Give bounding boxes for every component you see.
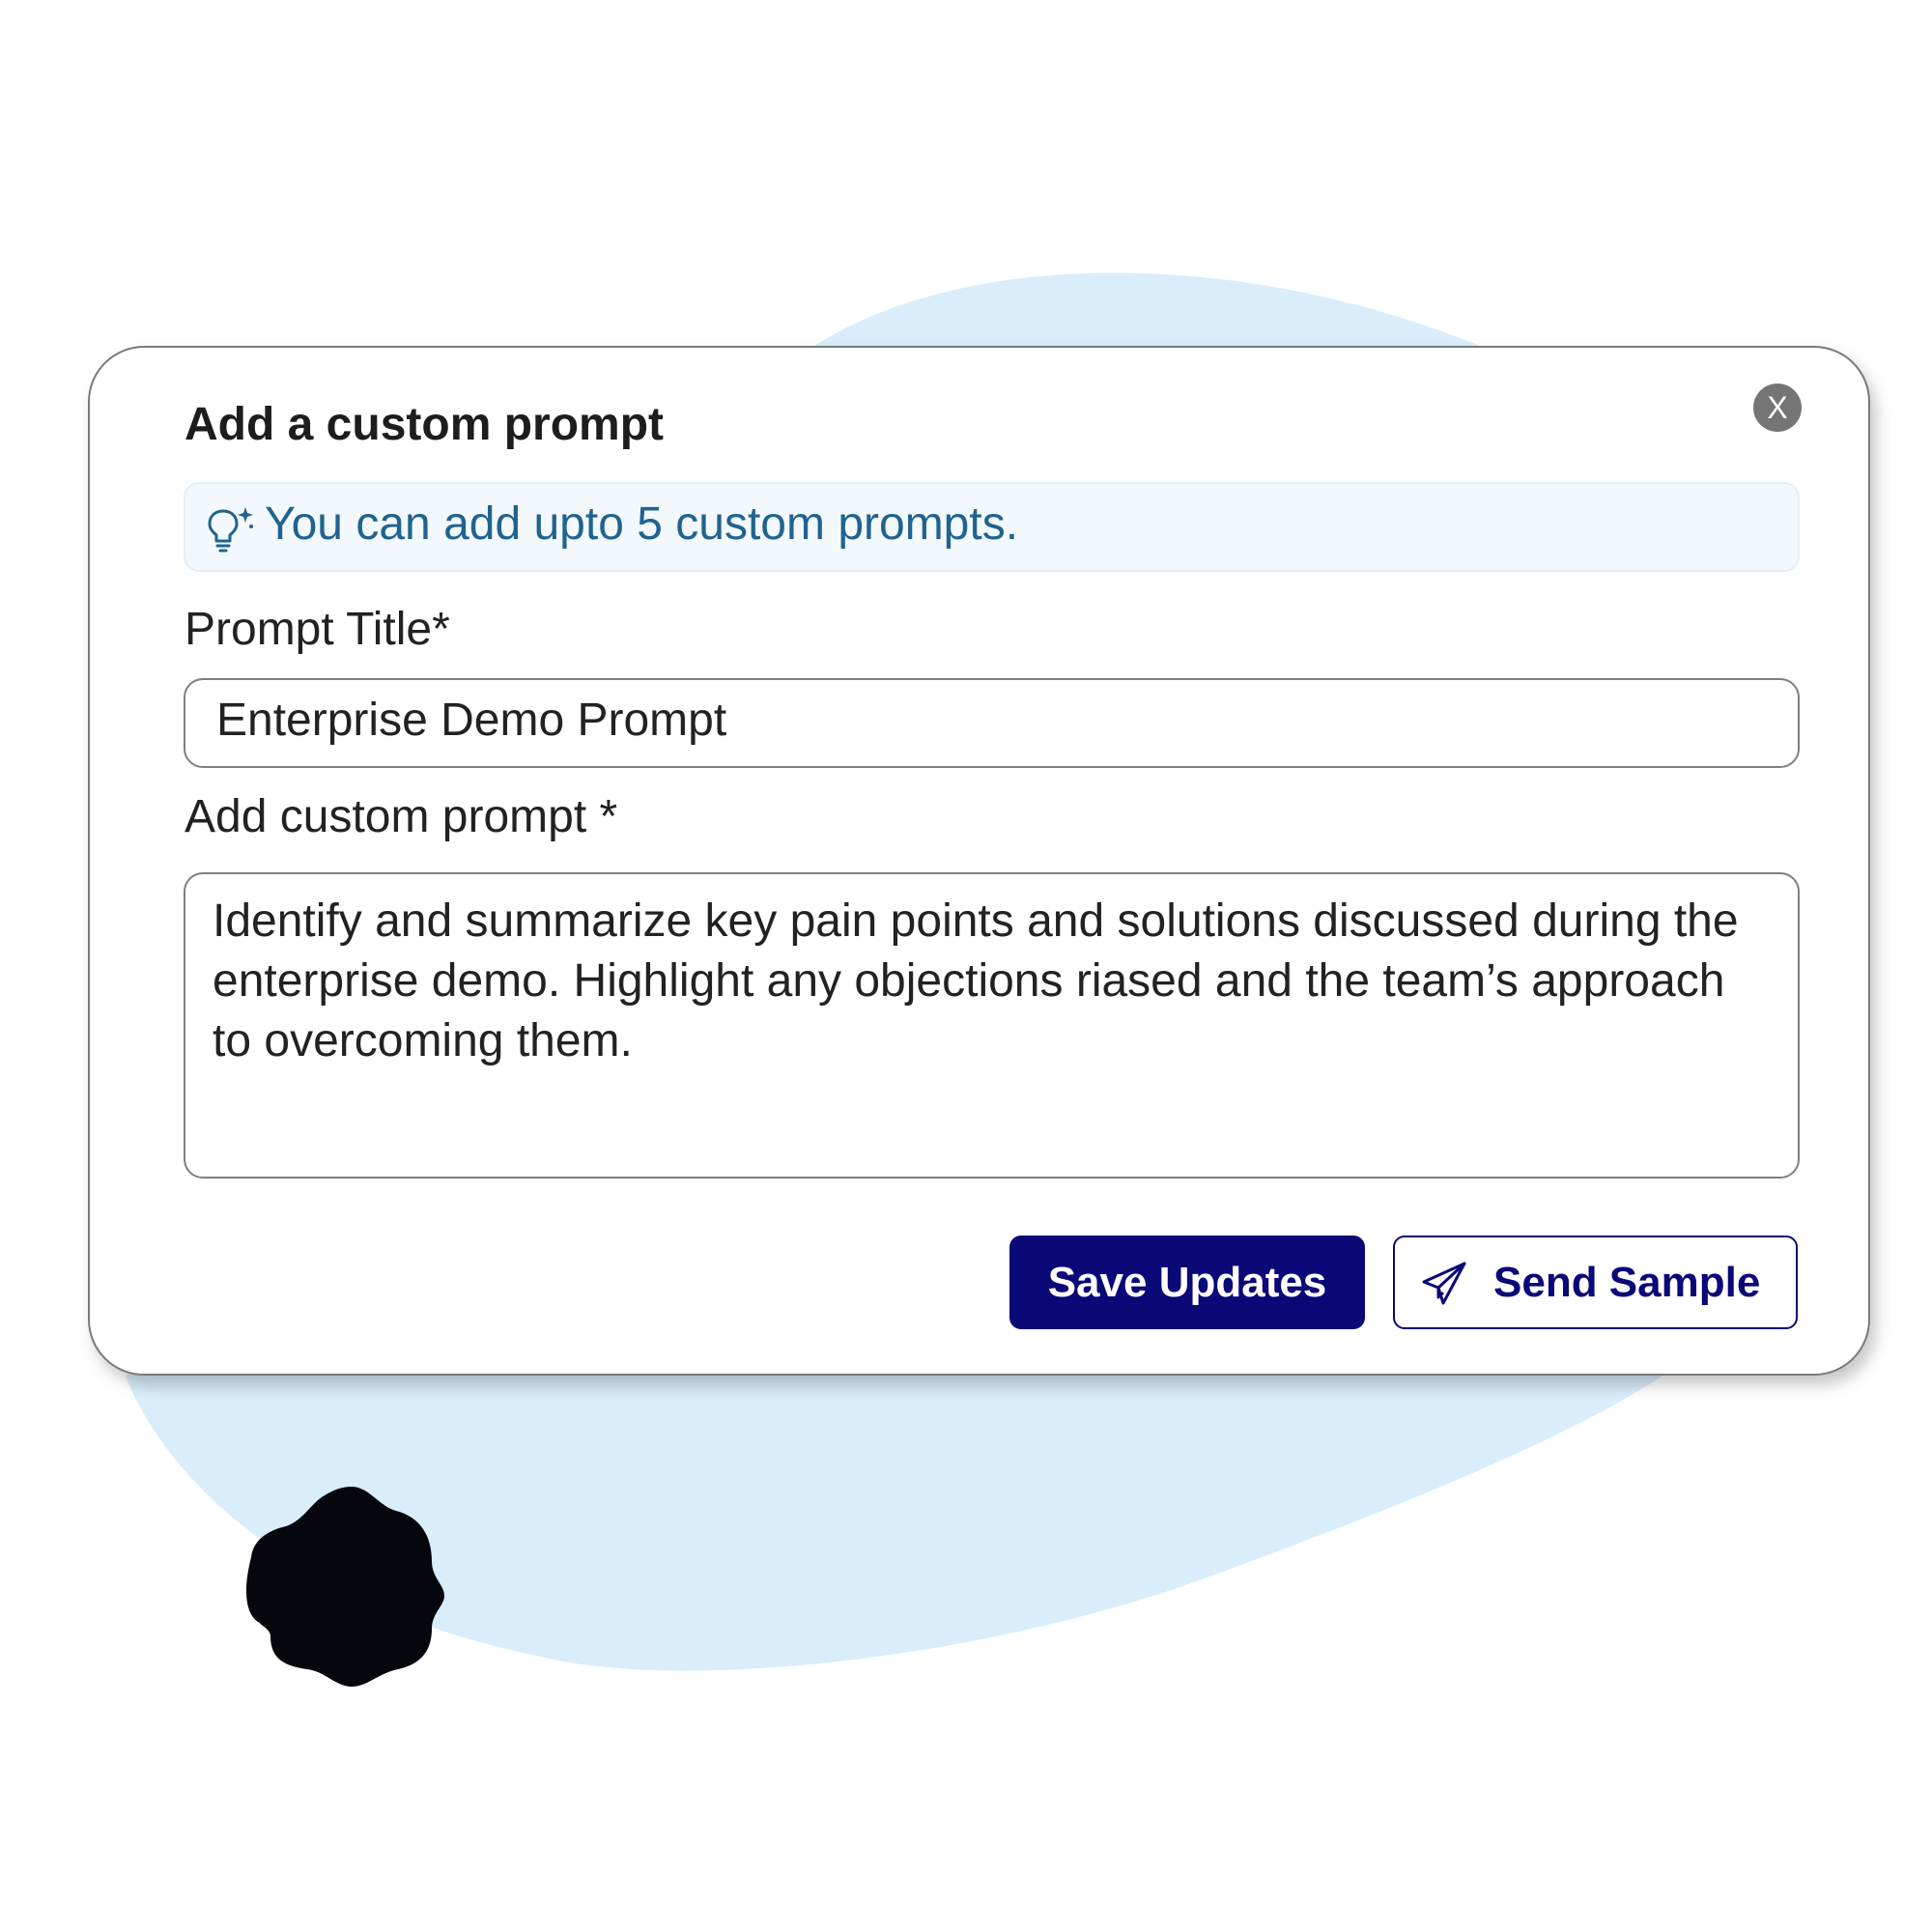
page: X Add a custom prompt You can add upto 5… (0, 0, 1932, 1932)
info-text: You can add upto 5 custom prompts. (265, 498, 1019, 550)
custom-prompt-textarea[interactable]: Identify and summarize key pain points a… (184, 872, 1800, 1179)
send-sample-label: Send Sample (1493, 1259, 1761, 1306)
prompt-title-input[interactable]: Enterprise Demo Prompt (184, 678, 1800, 768)
close-button[interactable]: X (1753, 384, 1802, 432)
decorative-badge-shape (246, 1487, 444, 1687)
paper-plane-icon (1422, 1262, 1466, 1305)
save-updates-button[interactable]: Save Updates (1009, 1236, 1365, 1329)
send-sample-button[interactable]: Send Sample (1393, 1236, 1798, 1329)
custom-prompt-label: Add custom prompt * (185, 791, 618, 842)
prompt-title-label: Prompt Title* (185, 604, 450, 655)
lightbulb-sparkle-icon (208, 507, 253, 553)
dialog-title: Add a custom prompt (185, 399, 665, 450)
info-banner: You can add upto 5 custom prompts. (184, 482, 1800, 572)
